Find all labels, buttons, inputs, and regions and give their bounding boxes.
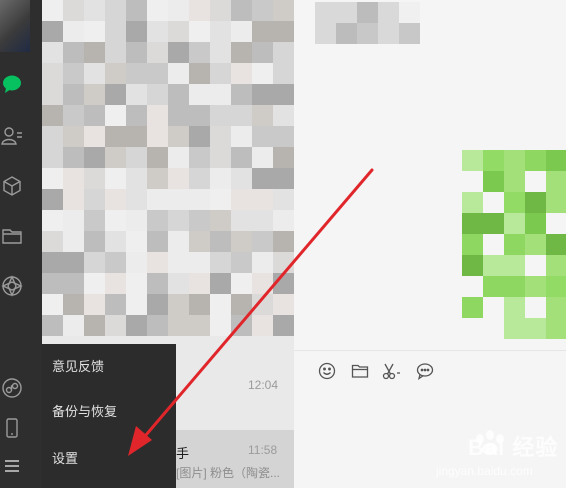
- annotation-arrow: [128, 168, 374, 456]
- watermark-url: jingyan.baidu.com: [436, 464, 533, 478]
- watermark-brand: Bai 经验: [468, 435, 559, 460]
